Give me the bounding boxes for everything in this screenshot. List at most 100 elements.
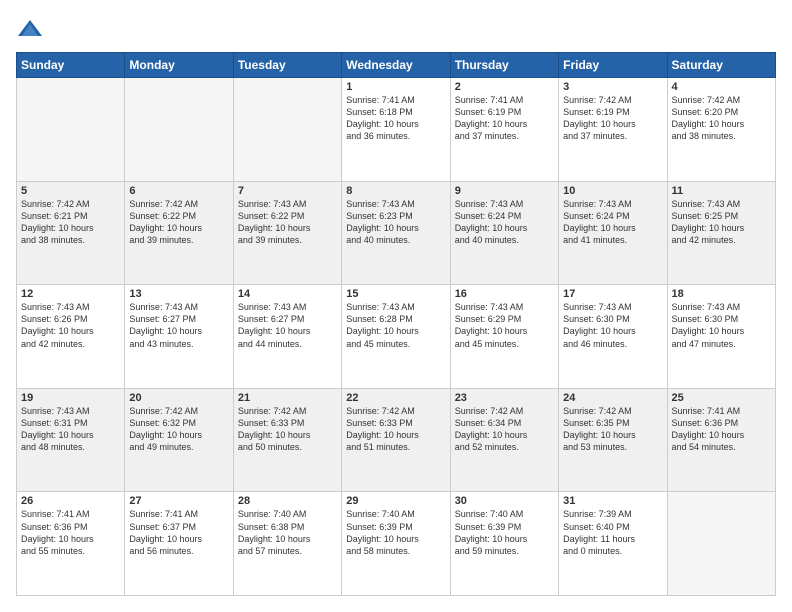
day-info: Sunrise: 7:40 AM Sunset: 6:39 PM Dayligh… xyxy=(455,508,554,557)
day-cell: 27Sunrise: 7:41 AM Sunset: 6:37 PM Dayli… xyxy=(125,492,233,596)
day-number: 10 xyxy=(563,185,662,197)
logo xyxy=(16,16,48,44)
day-number: 16 xyxy=(455,288,554,300)
day-cell: 2Sunrise: 7:41 AM Sunset: 6:19 PM Daylig… xyxy=(450,78,558,182)
week-row-2: 5Sunrise: 7:42 AM Sunset: 6:21 PM Daylig… xyxy=(17,181,776,285)
day-info: Sunrise: 7:43 AM Sunset: 6:23 PM Dayligh… xyxy=(346,198,445,247)
day-cell: 21Sunrise: 7:42 AM Sunset: 6:33 PM Dayli… xyxy=(233,388,341,492)
day-number: 7 xyxy=(238,185,337,197)
weekday-monday: Monday xyxy=(125,53,233,78)
weekday-thursday: Thursday xyxy=(450,53,558,78)
header xyxy=(16,16,776,44)
day-cell: 29Sunrise: 7:40 AM Sunset: 6:39 PM Dayli… xyxy=(342,492,450,596)
day-number: 23 xyxy=(455,392,554,404)
day-number: 4 xyxy=(672,81,771,93)
day-info: Sunrise: 7:40 AM Sunset: 6:39 PM Dayligh… xyxy=(346,508,445,557)
logo-icon xyxy=(16,16,44,44)
day-info: Sunrise: 7:41 AM Sunset: 6:36 PM Dayligh… xyxy=(672,405,771,454)
day-cell: 10Sunrise: 7:43 AM Sunset: 6:24 PM Dayli… xyxy=(559,181,667,285)
calendar-table: SundayMondayTuesdayWednesdayThursdayFrid… xyxy=(16,52,776,596)
day-number: 8 xyxy=(346,185,445,197)
day-cell: 8Sunrise: 7:43 AM Sunset: 6:23 PM Daylig… xyxy=(342,181,450,285)
day-cell: 5Sunrise: 7:42 AM Sunset: 6:21 PM Daylig… xyxy=(17,181,125,285)
day-number: 30 xyxy=(455,495,554,507)
weekday-friday: Friday xyxy=(559,53,667,78)
day-cell: 19Sunrise: 7:43 AM Sunset: 6:31 PM Dayli… xyxy=(17,388,125,492)
day-number: 11 xyxy=(672,185,771,197)
day-number: 24 xyxy=(563,392,662,404)
day-number: 6 xyxy=(129,185,228,197)
day-cell xyxy=(667,492,775,596)
day-cell: 23Sunrise: 7:42 AM Sunset: 6:34 PM Dayli… xyxy=(450,388,558,492)
day-cell: 18Sunrise: 7:43 AM Sunset: 6:30 PM Dayli… xyxy=(667,285,775,389)
day-number: 14 xyxy=(238,288,337,300)
day-number: 25 xyxy=(672,392,771,404)
day-cell: 4Sunrise: 7:42 AM Sunset: 6:20 PM Daylig… xyxy=(667,78,775,182)
day-number: 18 xyxy=(672,288,771,300)
day-cell: 1Sunrise: 7:41 AM Sunset: 6:18 PM Daylig… xyxy=(342,78,450,182)
day-cell: 31Sunrise: 7:39 AM Sunset: 6:40 PM Dayli… xyxy=(559,492,667,596)
day-cell: 13Sunrise: 7:43 AM Sunset: 6:27 PM Dayli… xyxy=(125,285,233,389)
day-cell: 30Sunrise: 7:40 AM Sunset: 6:39 PM Dayli… xyxy=(450,492,558,596)
day-cell: 6Sunrise: 7:42 AM Sunset: 6:22 PM Daylig… xyxy=(125,181,233,285)
day-info: Sunrise: 7:43 AM Sunset: 6:28 PM Dayligh… xyxy=(346,301,445,350)
day-info: Sunrise: 7:43 AM Sunset: 6:24 PM Dayligh… xyxy=(455,198,554,247)
day-info: Sunrise: 7:41 AM Sunset: 6:19 PM Dayligh… xyxy=(455,94,554,143)
day-info: Sunrise: 7:43 AM Sunset: 6:30 PM Dayligh… xyxy=(672,301,771,350)
day-info: Sunrise: 7:42 AM Sunset: 6:20 PM Dayligh… xyxy=(672,94,771,143)
day-info: Sunrise: 7:41 AM Sunset: 6:36 PM Dayligh… xyxy=(21,508,120,557)
day-number: 26 xyxy=(21,495,120,507)
day-cell: 12Sunrise: 7:43 AM Sunset: 6:26 PM Dayli… xyxy=(17,285,125,389)
day-cell: 24Sunrise: 7:42 AM Sunset: 6:35 PM Dayli… xyxy=(559,388,667,492)
day-cell: 20Sunrise: 7:42 AM Sunset: 6:32 PM Dayli… xyxy=(125,388,233,492)
day-cell: 16Sunrise: 7:43 AM Sunset: 6:29 PM Dayli… xyxy=(450,285,558,389)
weekday-saturday: Saturday xyxy=(667,53,775,78)
day-cell: 7Sunrise: 7:43 AM Sunset: 6:22 PM Daylig… xyxy=(233,181,341,285)
day-number: 3 xyxy=(563,81,662,93)
weekday-header-row: SundayMondayTuesdayWednesdayThursdayFrid… xyxy=(17,53,776,78)
day-info: Sunrise: 7:42 AM Sunset: 6:22 PM Dayligh… xyxy=(129,198,228,247)
day-cell: 17Sunrise: 7:43 AM Sunset: 6:30 PM Dayli… xyxy=(559,285,667,389)
day-info: Sunrise: 7:42 AM Sunset: 6:33 PM Dayligh… xyxy=(238,405,337,454)
day-info: Sunrise: 7:43 AM Sunset: 6:22 PM Dayligh… xyxy=(238,198,337,247)
day-info: Sunrise: 7:42 AM Sunset: 6:35 PM Dayligh… xyxy=(563,405,662,454)
weekday-sunday: Sunday xyxy=(17,53,125,78)
weekday-tuesday: Tuesday xyxy=(233,53,341,78)
day-number: 12 xyxy=(21,288,120,300)
day-info: Sunrise: 7:42 AM Sunset: 6:33 PM Dayligh… xyxy=(346,405,445,454)
day-cell: 22Sunrise: 7:42 AM Sunset: 6:33 PM Dayli… xyxy=(342,388,450,492)
day-cell xyxy=(17,78,125,182)
week-row-5: 26Sunrise: 7:41 AM Sunset: 6:36 PM Dayli… xyxy=(17,492,776,596)
day-info: Sunrise: 7:42 AM Sunset: 6:21 PM Dayligh… xyxy=(21,198,120,247)
day-cell: 26Sunrise: 7:41 AM Sunset: 6:36 PM Dayli… xyxy=(17,492,125,596)
day-cell xyxy=(125,78,233,182)
week-row-4: 19Sunrise: 7:43 AM Sunset: 6:31 PM Dayli… xyxy=(17,388,776,492)
day-number: 19 xyxy=(21,392,120,404)
weekday-wednesday: Wednesday xyxy=(342,53,450,78)
day-info: Sunrise: 7:43 AM Sunset: 6:26 PM Dayligh… xyxy=(21,301,120,350)
day-number: 22 xyxy=(346,392,445,404)
day-cell: 9Sunrise: 7:43 AM Sunset: 6:24 PM Daylig… xyxy=(450,181,558,285)
day-info: Sunrise: 7:40 AM Sunset: 6:38 PM Dayligh… xyxy=(238,508,337,557)
day-cell: 11Sunrise: 7:43 AM Sunset: 6:25 PM Dayli… xyxy=(667,181,775,285)
day-number: 21 xyxy=(238,392,337,404)
day-info: Sunrise: 7:42 AM Sunset: 6:34 PM Dayligh… xyxy=(455,405,554,454)
calendar-page: SundayMondayTuesdayWednesdayThursdayFrid… xyxy=(0,0,792,612)
day-info: Sunrise: 7:43 AM Sunset: 6:30 PM Dayligh… xyxy=(563,301,662,350)
day-info: Sunrise: 7:42 AM Sunset: 6:32 PM Dayligh… xyxy=(129,405,228,454)
day-info: Sunrise: 7:42 AM Sunset: 6:19 PM Dayligh… xyxy=(563,94,662,143)
day-number: 5 xyxy=(21,185,120,197)
day-number: 31 xyxy=(563,495,662,507)
day-cell: 15Sunrise: 7:43 AM Sunset: 6:28 PM Dayli… xyxy=(342,285,450,389)
week-row-3: 12Sunrise: 7:43 AM Sunset: 6:26 PM Dayli… xyxy=(17,285,776,389)
day-number: 29 xyxy=(346,495,445,507)
day-number: 13 xyxy=(129,288,228,300)
day-info: Sunrise: 7:39 AM Sunset: 6:40 PM Dayligh… xyxy=(563,508,662,557)
day-info: Sunrise: 7:41 AM Sunset: 6:37 PM Dayligh… xyxy=(129,508,228,557)
day-number: 17 xyxy=(563,288,662,300)
day-cell: 14Sunrise: 7:43 AM Sunset: 6:27 PM Dayli… xyxy=(233,285,341,389)
day-number: 9 xyxy=(455,185,554,197)
day-cell: 28Sunrise: 7:40 AM Sunset: 6:38 PM Dayli… xyxy=(233,492,341,596)
day-number: 2 xyxy=(455,81,554,93)
day-info: Sunrise: 7:43 AM Sunset: 6:27 PM Dayligh… xyxy=(129,301,228,350)
